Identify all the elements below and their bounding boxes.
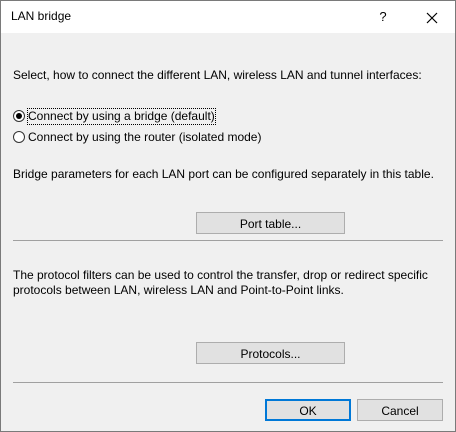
radio-bridge[interactable]: Connect by using a bridge (default) [13, 107, 216, 125]
cancel-button[interactable]: Cancel [357, 399, 443, 421]
ok-button[interactable]: OK [265, 399, 351, 421]
close-icon [426, 12, 438, 24]
bridge-parameters-text: Bridge parameters for each LAN port can … [13, 167, 434, 181]
radio-router-indicator[interactable] [13, 131, 25, 143]
radio-bridge-label[interactable]: Connect by using a bridge (default) [27, 107, 216, 125]
separator-1 [13, 240, 443, 241]
dialog-title: LAN bridge [11, 9, 72, 23]
protocols-button[interactable]: Protocols... [196, 342, 345, 364]
dialog-body: Select, how to connect the different LAN… [1, 33, 455, 431]
port-table-button[interactable]: Port table... [196, 212, 345, 234]
help-button[interactable]: ? [371, 5, 395, 29]
lan-bridge-dialog: LAN bridge ? Select, how to connect the … [0, 0, 456, 432]
intro-text: Select, how to connect the different LAN… [13, 68, 422, 82]
radio-router[interactable]: Connect by using the router (isolated mo… [13, 128, 261, 146]
radio-router-label[interactable]: Connect by using the router (isolated mo… [28, 130, 261, 145]
protocol-filters-text: The protocol filters can be used to cont… [13, 268, 428, 297]
close-button[interactable] [417, 5, 447, 29]
separator-2 [13, 382, 443, 383]
radio-bridge-indicator[interactable] [13, 110, 25, 122]
title-bar[interactable]: LAN bridge ? [1, 1, 455, 33]
